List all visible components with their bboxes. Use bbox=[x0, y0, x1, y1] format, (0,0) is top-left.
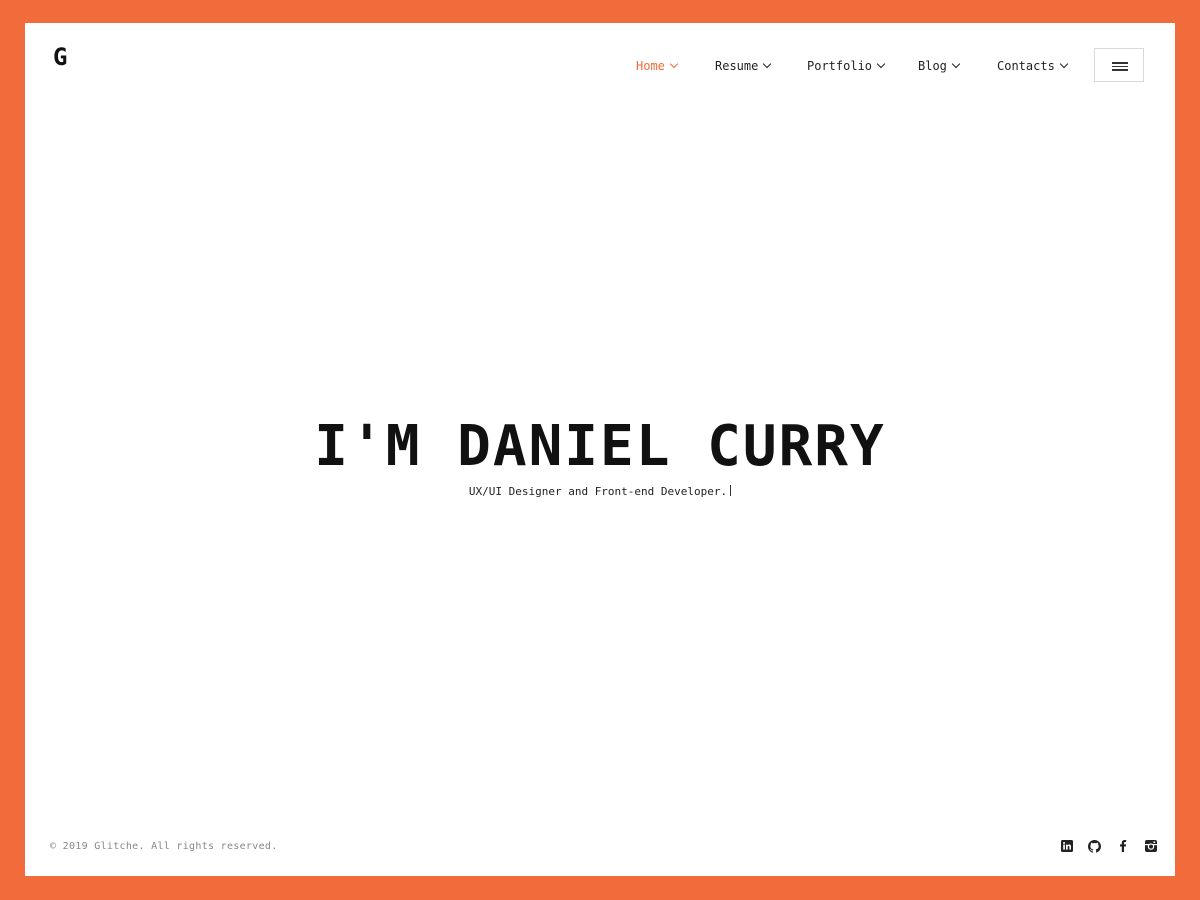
nav-item-portfolio[interactable]: Portfolio bbox=[807, 59, 886, 73]
nav-item-label: Contacts bbox=[997, 59, 1055, 73]
chevron-down-icon bbox=[763, 59, 772, 69]
nav-item-label: Blog bbox=[918, 59, 947, 73]
nav-item-home[interactable]: Home bbox=[636, 59, 679, 73]
page-frame: G Home Resume Portfolio Blog Contacts I'… bbox=[25, 23, 1175, 876]
nav-item-resume[interactable]: Resume bbox=[715, 59, 772, 73]
chevron-down-icon bbox=[1059, 59, 1069, 69]
hamburger-icon-bar bbox=[1112, 65, 1128, 67]
copyright-text: © 2019 Glitche. All rights reserved. bbox=[50, 841, 278, 852]
menu-button[interactable] bbox=[1094, 48, 1144, 82]
hamburger-icon-bar bbox=[1112, 69, 1128, 71]
main-nav: Home Resume Portfolio Blog Contacts bbox=[25, 59, 1175, 79]
hamburger-icon bbox=[1112, 62, 1128, 64]
github-icon[interactable] bbox=[1088, 839, 1101, 853]
nav-item-label: Portfolio bbox=[807, 59, 873, 73]
hero-title: I'M DANIEL CURRY bbox=[314, 414, 886, 479]
nav-item-label: Resume bbox=[715, 59, 759, 73]
nav-item-blog[interactable]: Blog bbox=[918, 59, 961, 73]
facebook-icon[interactable] bbox=[1116, 840, 1129, 853]
typing-cursor bbox=[730, 485, 732, 496]
chevron-down-icon bbox=[876, 59, 886, 69]
linkedin-icon[interactable] bbox=[1060, 840, 1073, 853]
chevron-down-icon bbox=[951, 59, 961, 69]
hero-subtitle-wrap: UX/UI Designer and Front-end Developer. bbox=[25, 485, 1175, 498]
nav-item-label: Home bbox=[636, 59, 665, 73]
nav-item-contacts[interactable]: Contacts bbox=[997, 59, 1069, 73]
instagram-icon[interactable] bbox=[1144, 840, 1157, 853]
social-links bbox=[1060, 839, 1157, 853]
chevron-down-icon bbox=[669, 59, 679, 69]
hero-subtitle: UX/UI Designer and Front-end Developer. bbox=[468, 485, 728, 498]
